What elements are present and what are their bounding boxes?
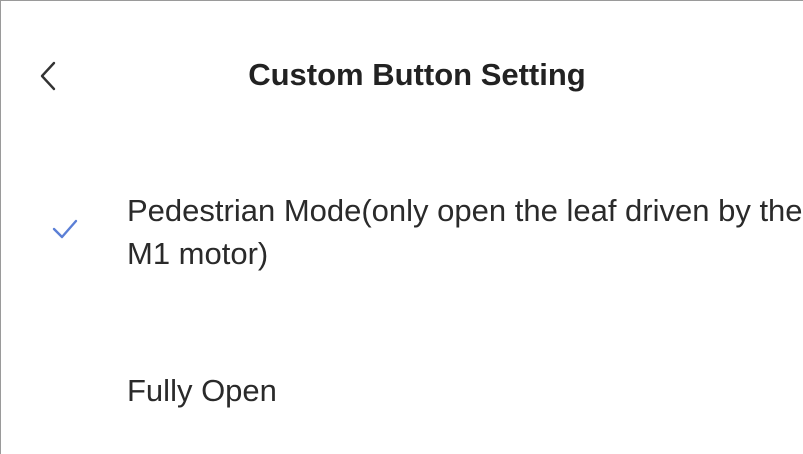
option-label: Pedestrian Mode(only open the leaf drive… bbox=[127, 193, 803, 271]
check-icon bbox=[52, 219, 78, 239]
custom-button-setting-screen: Custom Button Setting Pedestrian Mode(on… bbox=[0, 0, 803, 454]
option-label: Fully Open bbox=[127, 373, 277, 408]
page-title: Custom Button Setting bbox=[248, 57, 586, 92]
header: Custom Button Setting bbox=[1, 1, 803, 116]
option-pedestrian-mode[interactable]: Pedestrian Mode(only open the leaf drive… bbox=[1, 189, 803, 279]
option-fully-open[interactable]: Fully Open bbox=[1, 369, 803, 419]
